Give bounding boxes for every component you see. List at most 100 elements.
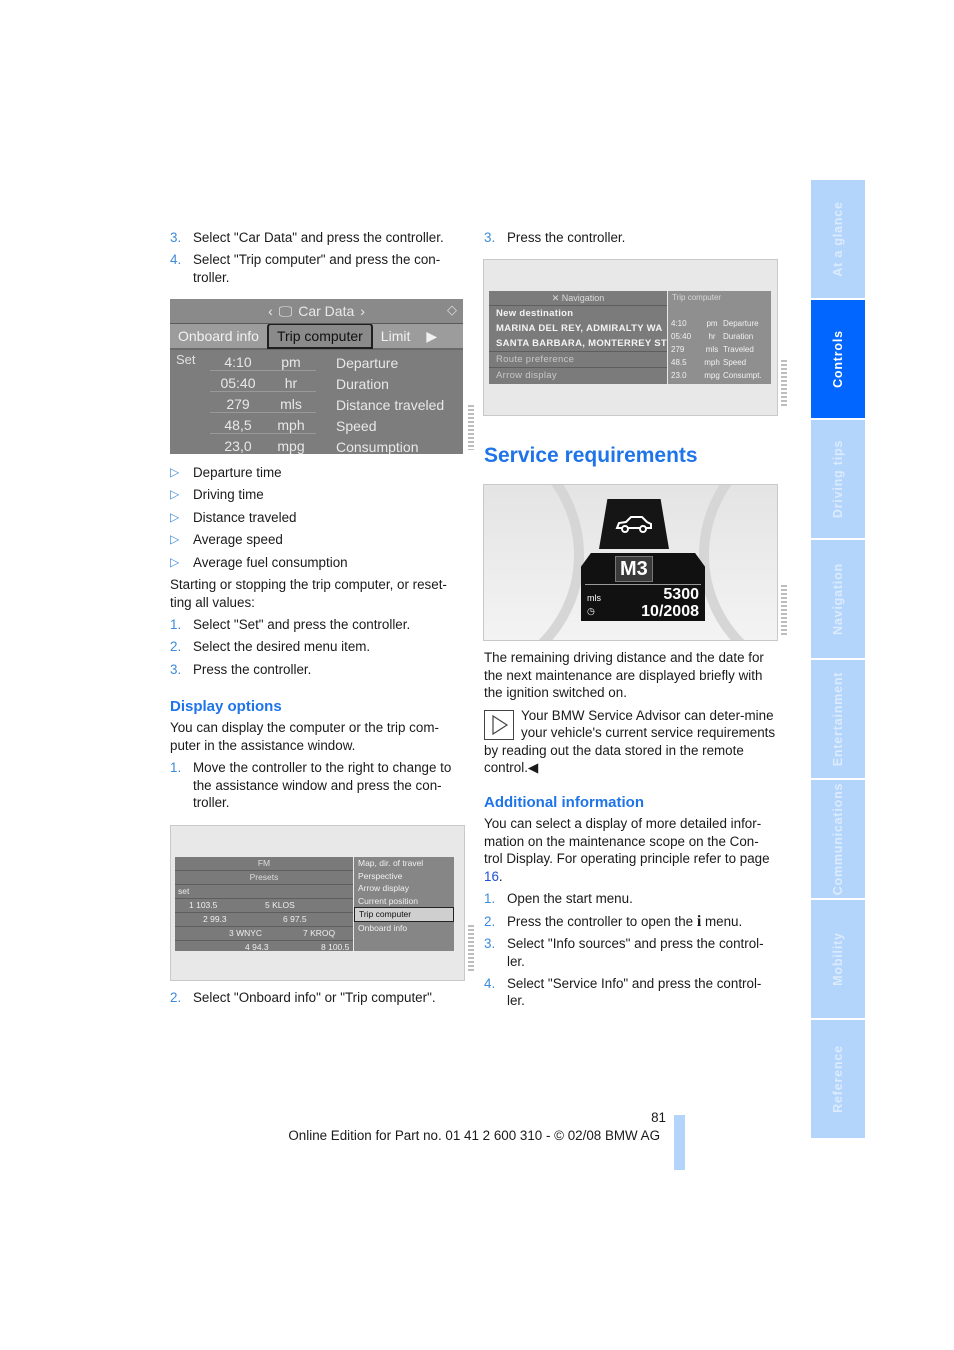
display-step: 1. Move the controller to the right to ch… bbox=[170, 760, 452, 811]
tab-mobility[interactable]: Mobility bbox=[811, 900, 865, 1018]
display-divider bbox=[585, 584, 701, 585]
navigation-icon: ✕ bbox=[551, 293, 562, 303]
footer-bar bbox=[674, 1115, 685, 1170]
edition-footer: Online Edition for Part no. 01 41 2 600 … bbox=[288, 1128, 660, 1143]
trip-row: 279 mls Distance traveled bbox=[170, 394, 463, 415]
triangle-bullet-icon: ▷ bbox=[170, 465, 180, 479]
set-label: set bbox=[175, 885, 353, 899]
reset-step: 1. Select "Set" and press the controller. bbox=[170, 616, 411, 632]
tab-limit[interactable]: Limit bbox=[373, 325, 419, 347]
end-mark-icon: ◀ bbox=[527, 760, 539, 776]
tab-at-a-glance[interactable]: At a glance bbox=[811, 180, 865, 298]
station-row: 2 99.3 6 97.5 bbox=[175, 913, 353, 927]
tab-driving-tips[interactable]: Driving tips bbox=[811, 420, 865, 538]
left-column-middle: ▷ Departure time ▷ Driving time ▷ Distance … bbox=[170, 464, 462, 817]
menu-item[interactable]: Current position bbox=[354, 895, 454, 908]
set-button[interactable]: Set bbox=[176, 352, 196, 367]
triangle-bullet-icon: ▷ bbox=[170, 554, 180, 569]
navigation-screenshot: ✕ Navigation New destination MARINA DEL … bbox=[483, 259, 778, 416]
display-options-heading: Display options bbox=[170, 698, 282, 716]
computer-icon: 🖵 bbox=[278, 302, 293, 319]
trip-panel-header: Trip computer bbox=[672, 293, 722, 302]
step-press-controller: 3. Press the controller. bbox=[484, 230, 626, 245]
tab-entertainment[interactable]: Entertainment bbox=[811, 660, 865, 778]
trip-row: 279 mls Traveled bbox=[671, 345, 754, 354]
menu-item[interactable]: SANTA BARBARA, MONTERREY ST bbox=[489, 336, 667, 351]
speedometer-dial bbox=[484, 485, 584, 640]
arrow-right-icon: ▶ bbox=[426, 328, 438, 344]
navigation-panel: ✕ Navigation New destination MARINA DEL … bbox=[489, 291, 667, 384]
page-link[interactable]: 16 bbox=[484, 869, 499, 884]
list-item: ▷ Average fuel consumption bbox=[170, 554, 348, 570]
tab-trip-computer[interactable]: Trip computer bbox=[266, 323, 373, 349]
reset-step: 2. Select the desired menu item. bbox=[170, 639, 371, 655]
tachometer-dial bbox=[699, 485, 777, 640]
car-data-title: Car Data bbox=[298, 303, 355, 319]
page-number: 81 bbox=[651, 1110, 666, 1125]
menu-item[interactable]: MARINA DEL REY, ADMIRALTY WA bbox=[489, 321, 667, 336]
trip-row: 23.0 mpg Consumpt. bbox=[671, 371, 762, 380]
tab-communications[interactable]: Communications bbox=[811, 780, 865, 898]
trip-row: 48,5 mph Speed bbox=[170, 415, 463, 436]
left-column-bottom: 2. Select "Onboard info" or "Trip compute… bbox=[170, 989, 462, 1011]
menu-item[interactable]: Arrow display bbox=[489, 367, 667, 383]
menu-item[interactable]: Arrow display bbox=[354, 882, 454, 895]
trip-row: 48.5 mph Speed bbox=[671, 358, 747, 367]
service-date: 10/2008 bbox=[641, 603, 699, 620]
car-data-header: ‹ 🖵 Car Data › ◇ bbox=[170, 299, 463, 324]
car-data-tabs: Onboard info Trip computer Limit ▶ bbox=[170, 323, 463, 350]
image-id-mark bbox=[781, 585, 787, 637]
trip-values: Set 4:10 pm Departure 05:40 hr Duration 279 m… bbox=[170, 350, 463, 454]
additional-info-heading: Additional information bbox=[484, 793, 644, 811]
triangle-bullet-icon: ▷ bbox=[170, 487, 180, 502]
menu-item[interactable]: Onboard info bbox=[354, 922, 454, 935]
assistance-menu: Map, dir. of travel Perspective Arrow di… bbox=[354, 857, 454, 951]
display-options-intro: You can display the computer or the trip… bbox=[170, 720, 439, 753]
radio-header: FM bbox=[175, 857, 353, 871]
list-item: ▷ Departure time bbox=[170, 465, 282, 480]
info-step: 1. Open the start menu. bbox=[484, 891, 633, 907]
menu-item[interactable]: Map, dir. of travel bbox=[354, 857, 454, 870]
chevron-left-icon: ‹ bbox=[268, 303, 273, 319]
note-block: Your BMW Service Advisor can deter-mine … bbox=[484, 707, 776, 777]
menu-item[interactable]: Route preference bbox=[489, 351, 667, 367]
triangle-bullet-icon: ▷ bbox=[170, 509, 180, 524]
menu-item[interactable]: Perspective bbox=[354, 870, 454, 883]
service-display: M3 mls ◷ 5300 10/2008 bbox=[581, 553, 705, 621]
image-id-mark bbox=[781, 360, 787, 408]
tab-controls[interactable]: Controls bbox=[811, 300, 865, 418]
trip-row: 4:10 pm Departure bbox=[170, 352, 463, 373]
menu-item[interactable]: New destination bbox=[489, 306, 667, 321]
info-step: 2. Press the controller to open the i men… bbox=[484, 912, 743, 930]
car-data-screenshot: ‹ 🖵 Car Data › ◇ Onboard info Trip compu… bbox=[170, 299, 463, 454]
image-id-mark bbox=[468, 925, 474, 973]
trip-row: 05:40 hr Duration bbox=[170, 373, 463, 394]
reset-intro: Starting or stopping the trip computer, … bbox=[170, 576, 447, 610]
step-select-trip-computer: 4. Select "Trip computer" and press the … bbox=[170, 252, 441, 285]
trip-row: 23,0 mpg Consumption bbox=[170, 436, 463, 454]
menu-item-selected[interactable]: Trip computer bbox=[354, 907, 454, 922]
instrument-cluster-photo: M3 mls ◷ 5300 10/2008 bbox=[483, 484, 778, 641]
info-step: 4. Select "Service Info" and press the co… bbox=[484, 975, 762, 1009]
service-description: The remaining driving distance and the d… bbox=[484, 650, 764, 701]
station-row: 3 WNYC 7 KROQ bbox=[175, 927, 353, 941]
tab-navigation[interactable]: Navigation bbox=[811, 540, 865, 658]
trip-row: 05:40 hr Duration bbox=[671, 332, 754, 341]
tab-reference[interactable]: Reference bbox=[811, 1020, 865, 1138]
presets-label: Presets bbox=[175, 871, 353, 885]
right-column: 3. Press the controller. bbox=[484, 229, 776, 251]
left-column: 3. Select "Car Data" and press the contr… bbox=[170, 229, 462, 291]
list-item: ▷ Distance traveled bbox=[170, 509, 297, 525]
list-item: ▷ Driving time bbox=[170, 487, 264, 503]
station-row: 4 94.3 8 100.5 bbox=[245, 942, 350, 952]
trip-computer-panel: Trip computer 4:10 pm Departure 05:40 hr Dur… bbox=[668, 291, 771, 384]
image-id-mark bbox=[468, 405, 474, 450]
step-select-car-data: 3. Select "Car Data" and press the contr… bbox=[170, 230, 444, 245]
info-step: 3. Select "Info sources" and press the co… bbox=[484, 935, 764, 969]
triangle-bullet-icon: ▷ bbox=[170, 532, 180, 547]
tab-onboard-info[interactable]: Onboard info bbox=[170, 325, 267, 347]
list-item: ▷ Average speed bbox=[170, 532, 283, 548]
section-title: Service requirements bbox=[484, 444, 698, 467]
car-service-icon bbox=[599, 499, 669, 549]
clock-icon: ◷ bbox=[587, 606, 595, 616]
